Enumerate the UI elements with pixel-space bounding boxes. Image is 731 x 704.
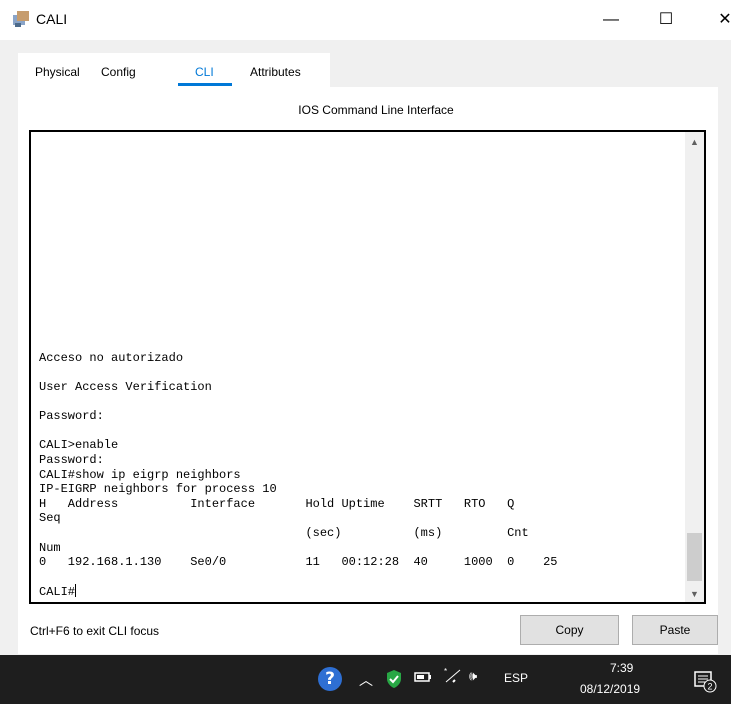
vertical-scrollbar[interactable]: ▲ ▼ — [685, 132, 704, 602]
focus-hint: Ctrl+F6 to exit CLI focus — [30, 624, 160, 638]
text-cursor — [75, 584, 77, 598]
volume-icon[interactable]: 🕪 — [469, 669, 477, 684]
router-app-icon — [13, 11, 29, 27]
maximize-button[interactable]: ☐ — [651, 6, 681, 34]
chevron-up-icon[interactable]: ︿ — [359, 670, 373, 690]
tab-cli[interactable]: CLI — [195, 65, 214, 79]
wifi-icon[interactable]: * — [444, 668, 462, 684]
close-button[interactable]: ✕ — [710, 6, 731, 34]
language-indicator[interactable]: ESP — [504, 671, 528, 685]
svg-text:*: * — [444, 668, 447, 676]
shield-icon[interactable] — [385, 669, 403, 689]
clock-date[interactable]: 08/12/2019 — [580, 682, 640, 696]
minimize-button[interactable]: — — [596, 6, 626, 34]
scroll-down-icon[interactable]: ▼ — [685, 586, 704, 602]
panel-header: IOS Command Line Interface — [298, 103, 454, 117]
notification-count: 2 — [708, 682, 713, 692]
active-tab-indicator — [178, 83, 232, 86]
tab-physical[interactable]: Physical — [35, 65, 80, 79]
window-title: CALI — [36, 11, 68, 27]
title-bar: CALI — ☐ ✕ — [0, 0, 731, 40]
paste-button[interactable]: Paste — [632, 615, 718, 645]
scroll-thumb[interactable] — [687, 533, 702, 581]
terminal-output: Acceso no autorizado User Access Verific… — [39, 351, 557, 600]
clock-time[interactable]: 7:39 — [610, 661, 633, 675]
scroll-up-icon[interactable]: ▲ — [685, 134, 704, 150]
tab-bar: Physical Config CLI Attributes — [18, 53, 330, 87]
battery-icon[interactable] — [414, 670, 432, 684]
terminal-text: Acceso no autorizado User Access Verific… — [39, 350, 558, 600]
copy-button[interactable]: Copy — [520, 615, 619, 645]
help-icon[interactable]: ? — [318, 667, 342, 691]
cli-terminal[interactable]: Acceso no autorizado User Access Verific… — [29, 130, 706, 604]
tab-attributes[interactable]: Attributes — [250, 65, 301, 79]
tab-config[interactable]: Config — [101, 65, 136, 79]
notification-icon[interactable]: 2 — [693, 669, 717, 693]
taskbar: ? ︿ * 🕪 ESP 7:39 08/12/2019 2 — [0, 655, 731, 704]
